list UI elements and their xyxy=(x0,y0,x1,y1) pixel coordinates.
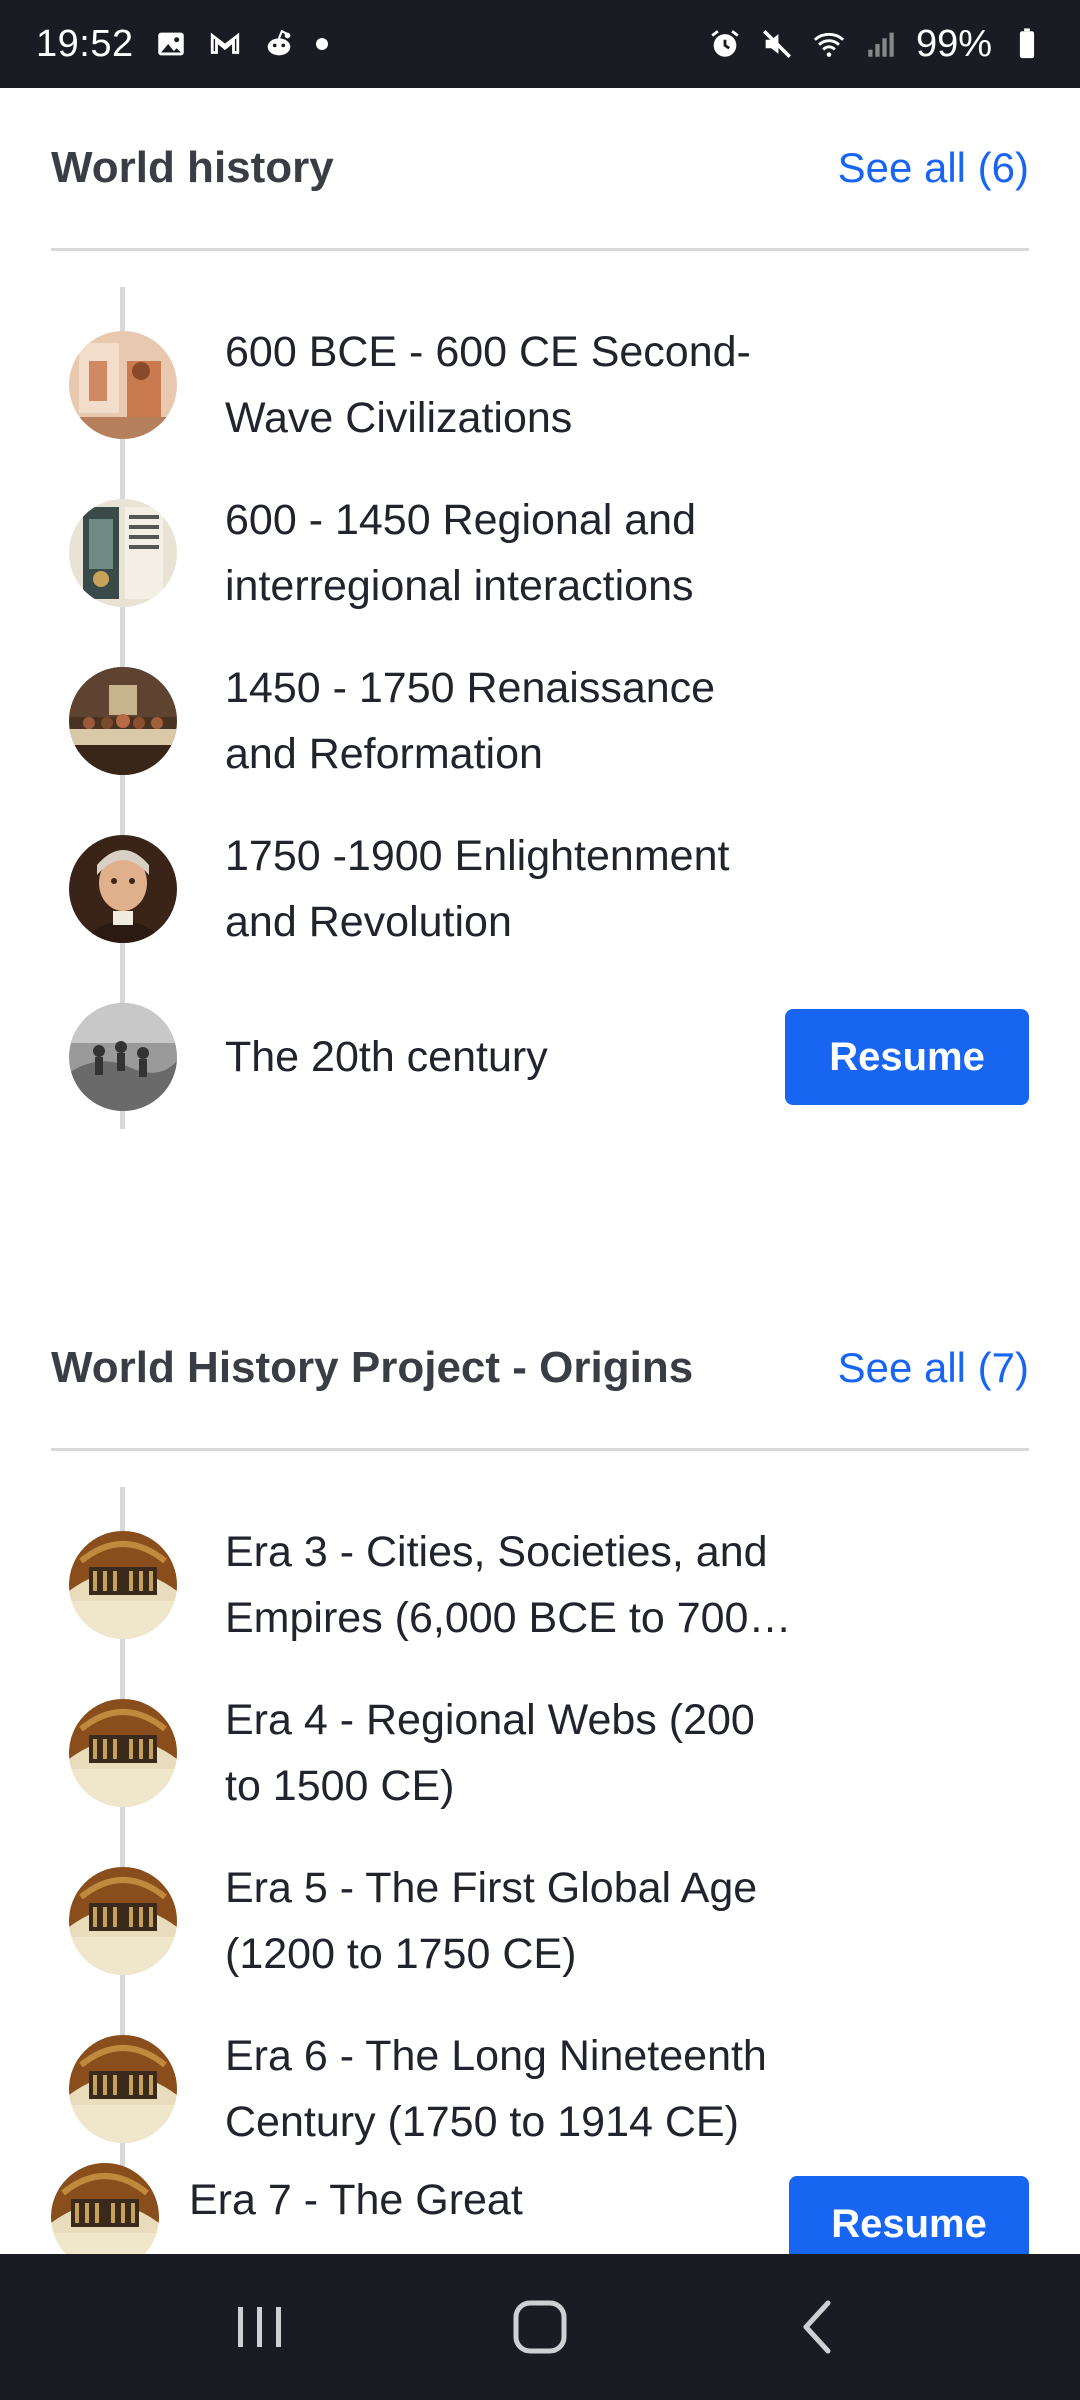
notification-dot-icon xyxy=(315,38,328,50)
portrait-thumbnail xyxy=(69,835,177,943)
lesson-title: Era 4 - Regional Webs (200 to 1500 CE) xyxy=(225,1696,755,1810)
lesson-title: 600 - 1450 Regional and interregional in… xyxy=(225,496,696,610)
alarm-icon xyxy=(708,27,742,61)
lesson-item[interactable]: Era 4 - Regional Webs (200 to 1500 CE) xyxy=(0,1669,1080,1837)
library-thumbnail xyxy=(69,1867,177,1975)
soldiers-thumbnail xyxy=(69,1003,177,1111)
lesson-title: 1750 -1900 Enlightenment and Revolution xyxy=(225,832,730,946)
library-thumbnail xyxy=(69,1699,177,1807)
mute-icon xyxy=(760,27,794,61)
lesson-item[interactable]: Era 7 - The Great Resume xyxy=(0,2153,1080,2254)
lesson-title: Era 5 - The First Global Age (1200 to 17… xyxy=(225,1864,758,1978)
gmail-icon xyxy=(208,27,242,61)
section-world-history: World history See all (6) 600 BCE - 600 … xyxy=(0,88,1080,1188)
lesson-title: Era 3 - Cities, Societies, and Empires (… xyxy=(225,1528,768,1642)
lesson-title: 1450 - 1750 Renaissance and Reformation xyxy=(225,664,716,778)
content-scroll-area[interactable]: World history See all (6) 600 BCE - 600 … xyxy=(0,88,1080,2254)
battery-percent: 99% xyxy=(915,22,992,65)
lesson-item[interactable]: 600 - 1450 Regional and interregional in… xyxy=(0,469,1080,637)
last-supper-thumbnail xyxy=(69,667,177,775)
section-header: World history See all (6) xyxy=(51,88,1029,251)
section-title: World history xyxy=(51,143,334,192)
lesson-item[interactable]: Era 5 - The First Global Age (1200 to 17… xyxy=(0,1837,1080,2005)
navigation-bar xyxy=(0,2254,1080,2400)
home-icon[interactable] xyxy=(480,2277,600,2377)
signal-icon xyxy=(864,27,898,61)
see-all-link[interactable]: See all (7) xyxy=(838,1344,1029,1392)
lesson-title: Era 6 - The Long Nineteenth Century (175… xyxy=(225,2032,767,2146)
library-thumbnail xyxy=(69,1531,177,1639)
battery-icon xyxy=(1010,27,1044,61)
back-icon[interactable] xyxy=(760,2277,880,2377)
wifi-icon xyxy=(812,27,846,61)
lesson-item[interactable]: The 20th century Resume xyxy=(0,973,1080,1141)
status-time: 19:52 xyxy=(36,22,134,65)
lesson-item[interactable]: 600 BCE - 600 CE Second-Wave Civilizatio… xyxy=(0,301,1080,469)
manuscript-thumbnail xyxy=(69,499,177,607)
resume-button[interactable]: Resume xyxy=(789,2176,1029,2254)
library-thumbnail xyxy=(69,2035,177,2143)
lesson-item[interactable]: Era 6 - The Long Nineteenth Century (175… xyxy=(0,2005,1080,2173)
see-all-link[interactable]: See all (6) xyxy=(838,144,1029,192)
lesson-title: Era 7 - The Great xyxy=(189,2176,523,2224)
status-bar: 19:52 99% xyxy=(0,0,1080,88)
lesson-item[interactable]: 1450 - 1750 Renaissance and Reformation xyxy=(0,637,1080,805)
lesson-item[interactable]: Era 3 - Cities, Societies, and Empires (… xyxy=(0,1501,1080,1669)
resume-button[interactable]: Resume xyxy=(785,1009,1029,1105)
painting-thumbnail xyxy=(69,331,177,439)
section-title: World History Project - Origins xyxy=(51,1343,694,1392)
lesson-item[interactable]: 1750 -1900 Enlightenment and Revolution xyxy=(0,805,1080,973)
library-thumbnail xyxy=(51,2163,159,2254)
gallery-icon xyxy=(154,27,188,61)
lesson-title: The 20th century xyxy=(225,1033,548,1081)
lesson-title: 600 BCE - 600 CE Second-Wave Civilizatio… xyxy=(225,328,751,442)
section-world-history-project-origins: World History Project - Origins See all … xyxy=(0,1288,1080,2254)
section-header: World History Project - Origins See all … xyxy=(51,1288,1029,1451)
reddit-icon xyxy=(262,27,296,61)
recents-icon[interactable] xyxy=(200,2277,320,2377)
